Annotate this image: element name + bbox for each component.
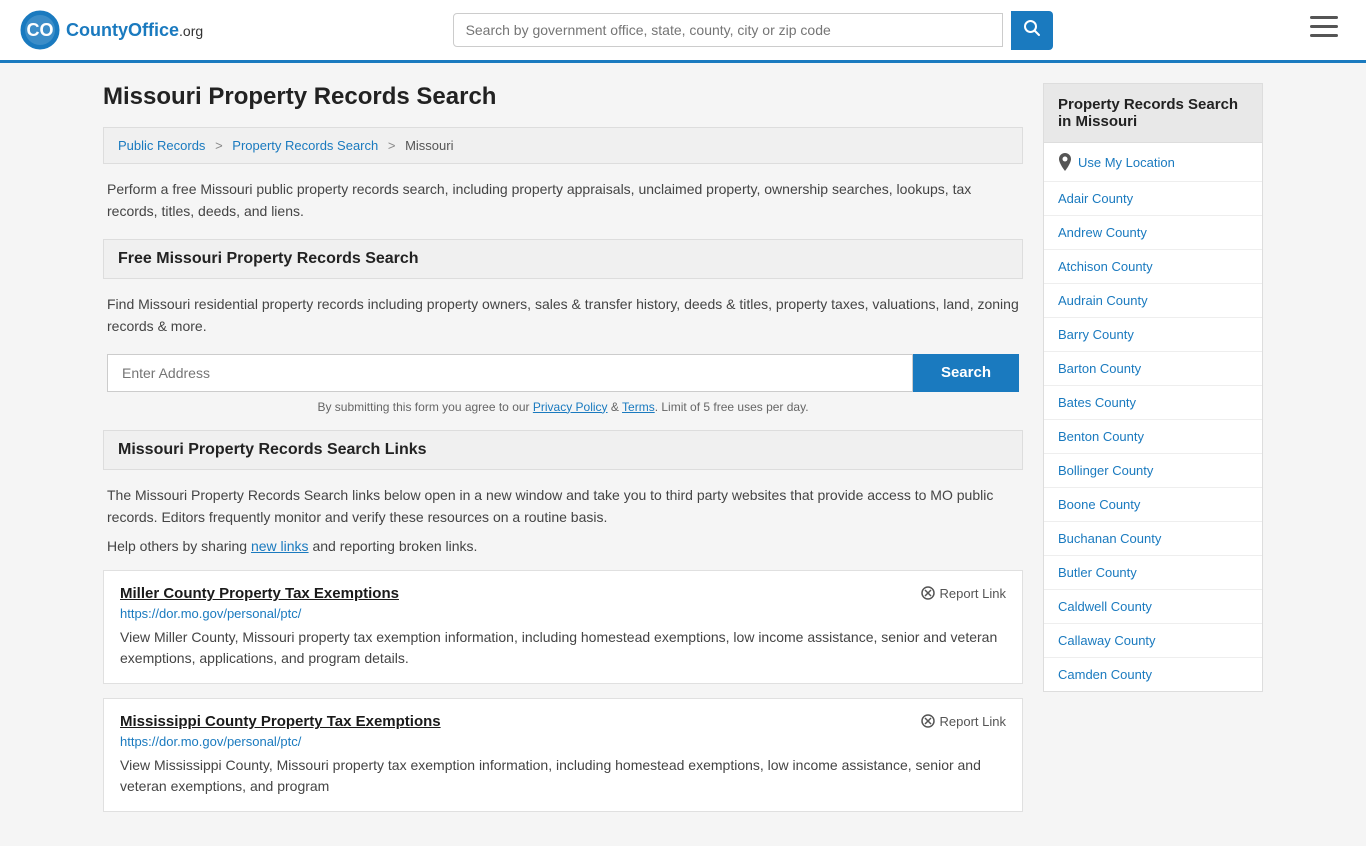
use-my-location[interactable]: Use My Location: [1044, 143, 1262, 182]
link-card-1: Mississippi County Property Tax Exemptio…: [103, 698, 1023, 812]
sidebar-county-item-3[interactable]: Audrain County: [1044, 284, 1262, 318]
disclaimer-suffix: . Limit of 5 free uses per day.: [655, 400, 809, 414]
breadcrumb-property-records-search[interactable]: Property Records Search: [232, 138, 378, 153]
link-cards-container: Miller County Property Tax Exemptions Re…: [103, 570, 1023, 812]
header-search-button[interactable]: [1011, 11, 1053, 50]
logo[interactable]: CO CountyOffice.org: [20, 10, 203, 50]
link-card-desc-1: View Mississippi County, Missouri proper…: [120, 755, 1006, 797]
search-disclaimer: By submitting this form you agree to our…: [107, 400, 1019, 414]
sidebar-county-item-4[interactable]: Barry County: [1044, 318, 1262, 352]
breadcrumb-public-records[interactable]: Public Records: [118, 138, 205, 153]
link-card-title-0[interactable]: Miller County Property Tax Exemptions: [120, 585, 399, 602]
breadcrumb: Public Records > Property Records Search…: [103, 127, 1023, 164]
report-link-label-0: Report Link: [940, 586, 1006, 601]
main-container: Missouri Property Records Search Public …: [83, 63, 1283, 846]
sidebar-county-item-1[interactable]: Andrew County: [1044, 216, 1262, 250]
location-pin-icon: [1058, 153, 1072, 171]
sidebar-county-item-0[interactable]: Adair County: [1044, 182, 1262, 216]
links-section-header: Missouri Property Records Search Links: [103, 430, 1023, 470]
logo-text: CountyOffice.org: [66, 20, 203, 41]
use-my-location-label: Use My Location: [1078, 155, 1175, 170]
disclaimer-prefix: By submitting this form you agree to our: [317, 400, 532, 414]
hamburger-icon: [1310, 16, 1338, 38]
sidebar-county-item-14[interactable]: Camden County: [1044, 658, 1262, 691]
links-description: The Missouri Property Records Search lin…: [103, 484, 1023, 529]
svg-text:CO: CO: [27, 20, 54, 40]
link-card-url-1[interactable]: https://dor.mo.gov/personal/ptc/: [120, 734, 1006, 749]
sidebar-county-item-5[interactable]: Barton County: [1044, 352, 1262, 386]
site-header: CO CountyOffice.org: [0, 0, 1366, 63]
new-links-link[interactable]: new links: [251, 538, 309, 554]
sidebar-county-item-13[interactable]: Callaway County: [1044, 624, 1262, 658]
sidebar-county-item-11[interactable]: Butler County: [1044, 556, 1262, 590]
address-search-input[interactable]: [107, 354, 913, 392]
help-text: Help others by sharing new links and rep…: [103, 538, 1023, 554]
search-icon: [1023, 19, 1041, 37]
link-card-desc-0: View Miller County, Missouri property ta…: [120, 627, 1006, 669]
sidebar-county-item-10[interactable]: Buchanan County: [1044, 522, 1262, 556]
address-search-button[interactable]: Search: [913, 354, 1019, 392]
sidebar-county-item-8[interactable]: Bollinger County: [1044, 454, 1262, 488]
report-link-label-1: Report Link: [940, 714, 1006, 729]
disclaimer-mid: &: [608, 400, 622, 414]
link-card-header-0: Miller County Property Tax Exemptions Re…: [120, 585, 1006, 602]
free-search-section-header: Free Missouri Property Records Search: [103, 239, 1023, 279]
logo-icon: CO: [20, 10, 60, 50]
breadcrumb-sep-1: >: [215, 138, 223, 153]
free-search-description: Find Missouri residential property recor…: [103, 293, 1023, 338]
help-prefix: Help others by sharing: [107, 538, 251, 554]
property-search-area: Search By submitting this form you agree…: [103, 354, 1023, 414]
county-list-container: Adair CountyAndrew CountyAtchison County…: [1044, 182, 1262, 691]
page-title: Missouri Property Records Search: [103, 83, 1023, 111]
link-card-header-1: Mississippi County Property Tax Exemptio…: [120, 713, 1006, 730]
sidebar-county-item-7[interactable]: Benton County: [1044, 420, 1262, 454]
privacy-policy-link[interactable]: Privacy Policy: [533, 400, 608, 414]
report-icon-1: [920, 713, 936, 729]
page-description: Perform a free Missouri public property …: [103, 178, 1023, 223]
property-search-row: Search: [107, 354, 1019, 392]
header-search-area: [453, 11, 1053, 50]
help-suffix: and reporting broken links.: [309, 538, 478, 554]
breadcrumb-sep-2: >: [388, 138, 396, 153]
content-area: Missouri Property Records Search Public …: [103, 83, 1023, 826]
link-card-0: Miller County Property Tax Exemptions Re…: [103, 570, 1023, 684]
header-search-input[interactable]: [453, 13, 1003, 47]
hamburger-menu-button[interactable]: [1302, 12, 1346, 48]
sidebar-header: Property Records Search in Missouri: [1043, 83, 1263, 143]
sidebar-county-item-2[interactable]: Atchison County: [1044, 250, 1262, 284]
sidebar-county-item-6[interactable]: Bates County: [1044, 386, 1262, 420]
sidebar: Property Records Search in Missouri Use …: [1043, 83, 1263, 826]
breadcrumb-current: Missouri: [405, 138, 453, 153]
sidebar-county-item-9[interactable]: Boone County: [1044, 488, 1262, 522]
report-link-button-1[interactable]: Report Link: [920, 713, 1006, 729]
sidebar-county-item-12[interactable]: Caldwell County: [1044, 590, 1262, 624]
link-card-url-0[interactable]: https://dor.mo.gov/personal/ptc/: [120, 606, 1006, 621]
sidebar-county-list: Use My Location Adair CountyAndrew Count…: [1043, 143, 1263, 692]
report-link-button-0[interactable]: Report Link: [920, 585, 1006, 601]
report-icon-0: [920, 585, 936, 601]
terms-link[interactable]: Terms: [622, 400, 655, 414]
link-card-title-1[interactable]: Mississippi County Property Tax Exemptio…: [120, 713, 441, 730]
